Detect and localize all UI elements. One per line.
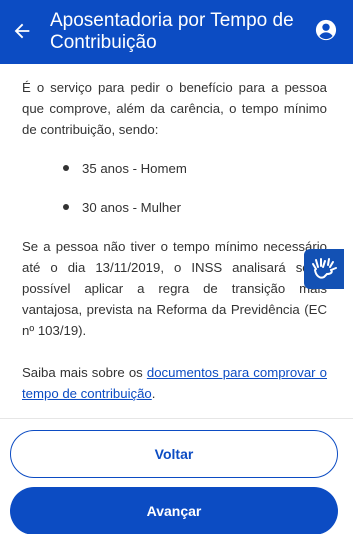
account-button[interactable] (315, 19, 337, 41)
user-circle-icon (315, 19, 337, 41)
back-button[interactable] (8, 17, 36, 45)
more-info-paragraph: Saiba mais sobre os documentos para comp… (22, 362, 327, 404)
requirements-list: 35 anos - Homem 30 anos - Mulher (60, 158, 327, 218)
action-footer: Voltar Avançar (0, 418, 353, 534)
arrow-left-icon (14, 23, 30, 39)
list-item: 35 anos - Homem (60, 158, 327, 179)
voltar-button[interactable]: Voltar (10, 430, 338, 478)
sign-language-hands-icon (312, 258, 337, 279)
app-header: Aposentadoria por Tempo de Contribuição (0, 0, 353, 64)
list-item: 30 anos - Mulher (60, 197, 327, 218)
content-area: É o serviço para pedir o benefício para … (0, 64, 353, 418)
page-title: Aposentadoria por Tempo de Contribuição (50, 10, 294, 53)
transition-paragraph: Se a pessoa não tiver o tempo mínimo nec… (22, 239, 327, 338)
avancar-button[interactable]: Avançar (10, 487, 338, 534)
sign-language-button[interactable] (304, 249, 344, 289)
more-info-text: Saiba mais sobre os (22, 365, 147, 380)
more-info-suffix: . (151, 386, 156, 401)
intro-paragraph: É o serviço para pedir o benefício para … (22, 80, 327, 137)
